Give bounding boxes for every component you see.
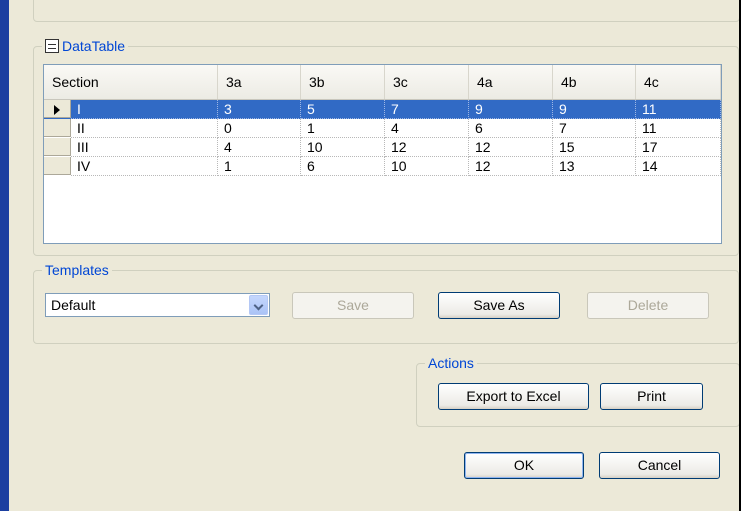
table-cell[interactable]: 11 <box>636 100 721 119</box>
table-cell[interactable]: 9 <box>553 100 636 119</box>
ok-button[interactable]: OK <box>464 452 584 479</box>
actions-legend: Actions <box>425 355 477 371</box>
template-select-value: Default <box>51 297 96 313</box>
table-cell[interactable]: 10 <box>385 157 469 176</box>
datatable-title: DataTable <box>62 38 126 54</box>
row-header[interactable] <box>44 157 71 175</box>
table-row[interactable]: II 0 1 4 6 7 11 <box>44 119 721 138</box>
save-button[interactable]: Save <box>292 292 414 319</box>
table-cell[interactable]: 7 <box>553 119 636 138</box>
column-header[interactable]: 3c <box>385 65 469 99</box>
table-cell[interactable]: 10 <box>301 138 385 157</box>
window-frame-left <box>0 0 9 511</box>
print-button[interactable]: Print <box>600 383 703 410</box>
templates-legend: Templates <box>42 262 112 278</box>
datatable-legend[interactable]: DataTable <box>42 38 129 54</box>
template-select[interactable]: Default <box>45 293 270 317</box>
table-cell[interactable]: 13 <box>553 157 636 176</box>
export-to-excel-button[interactable]: Export to Excel <box>438 383 589 410</box>
row-header[interactable] <box>44 100 71 118</box>
save-as-button[interactable]: Save As <box>438 292 560 319</box>
table-cell[interactable]: 7 <box>385 100 469 119</box>
table-row[interactable]: III 4 10 12 12 15 17 <box>44 138 721 157</box>
grid-header: Section 3a 3b 3c 4a 4b 4c <box>44 65 721 100</box>
table-cell[interactable]: 14 <box>636 157 721 176</box>
row-header[interactable] <box>44 138 71 156</box>
table-cell[interactable]: 5 <box>301 100 385 119</box>
column-header[interactable]: Section <box>44 65 218 99</box>
table-cell[interactable]: 1 <box>301 119 385 138</box>
table-cell[interactable]: 17 <box>636 138 721 157</box>
table-cell[interactable]: 12 <box>469 138 553 157</box>
current-row-arrow-icon <box>54 105 60 115</box>
row-header[interactable] <box>44 119 71 137</box>
table-cell[interactable]: II <box>71 119 218 138</box>
table-cell[interactable]: 1 <box>218 157 301 176</box>
column-header[interactable]: 3b <box>301 65 385 99</box>
table-cell[interactable]: III <box>71 138 218 157</box>
table-cell[interactable]: 0 <box>218 119 301 138</box>
column-header[interactable]: 4c <box>636 65 721 99</box>
table-cell[interactable]: 11 <box>636 119 721 138</box>
table-cell[interactable]: I <box>71 100 218 119</box>
table-row[interactable]: I 3 5 7 9 9 11 <box>44 100 721 119</box>
table-cell[interactable]: 12 <box>469 157 553 176</box>
column-header[interactable]: 4a <box>469 65 553 99</box>
table-cell[interactable]: 6 <box>301 157 385 176</box>
chevron-down-icon[interactable] <box>249 295 268 315</box>
table-row[interactable]: IV 1 6 10 12 13 14 <box>44 157 721 176</box>
delete-button[interactable]: Delete <box>587 292 709 319</box>
table-cell[interactable]: 15 <box>553 138 636 157</box>
table-cell[interactable]: 4 <box>385 119 469 138</box>
data-grid[interactable]: Section 3a 3b 3c 4a 4b 4c I 3 5 7 9 9 11 II 0 1 4 6… <box>43 64 722 244</box>
collapse-icon[interactable] <box>45 39 59 53</box>
table-cell[interactable]: 12 <box>385 138 469 157</box>
table-cell[interactable]: 4 <box>218 138 301 157</box>
table-cell[interactable]: IV <box>71 157 218 176</box>
column-header[interactable]: 4b <box>553 65 636 99</box>
cancel-button[interactable]: Cancel <box>599 452 720 479</box>
dialog: DataTable Section 3a 3b 3c 4a 4b 4c I357… <box>9 0 740 511</box>
top-groupbox <box>33 0 740 22</box>
column-header[interactable]: 3a <box>218 65 301 99</box>
table-cell[interactable]: 9 <box>469 100 553 119</box>
table-cell[interactable]: 6 <box>469 119 553 138</box>
table-cell[interactable]: 3 <box>218 100 301 119</box>
